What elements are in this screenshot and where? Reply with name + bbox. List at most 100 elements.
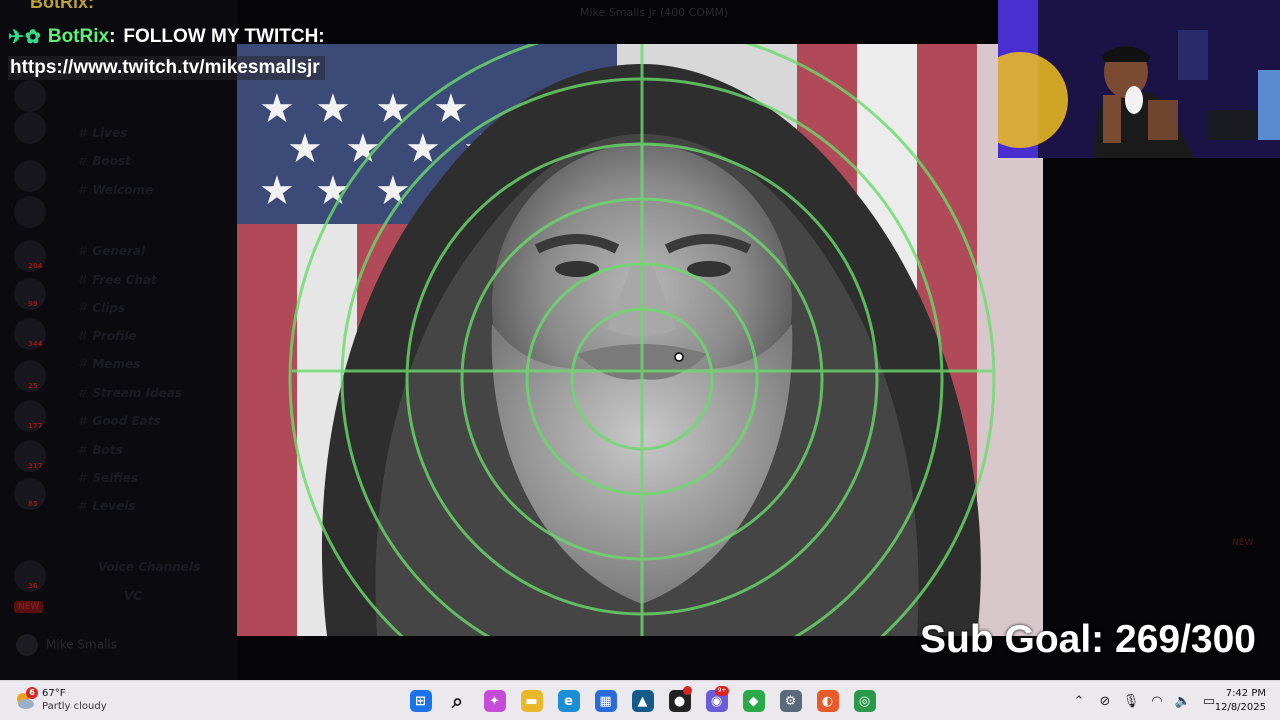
weather-widget[interactable]: 6 67°F Partly cloudy bbox=[14, 687, 107, 713]
user-panel[interactable]: Mike Smalls bbox=[16, 634, 117, 656]
stream-image: ★★★★ ★★★★ ★★★★ bbox=[237, 44, 1043, 636]
taskbar-app-green-app[interactable]: ◆ bbox=[735, 681, 772, 720]
chat-cut-off-line: BotRix: bbox=[30, 0, 94, 12]
taskbar-app-copilot[interactable]: ✦ bbox=[476, 681, 513, 720]
channel-hash-icon: # bbox=[78, 443, 87, 457]
server-badge: 99 bbox=[28, 300, 38, 308]
channel-hash-icon: # bbox=[78, 471, 87, 485]
channel-item[interactable]: # Free Chat bbox=[78, 273, 157, 287]
chat-alert-line: ✈✿ BotRix: FOLLOW MY TWITCH: bbox=[8, 24, 325, 50]
search-icon: ⌕ bbox=[451, 689, 464, 713]
channel-item[interactable]: # Lives bbox=[78, 126, 127, 140]
green-app-icon: ◆ bbox=[742, 690, 765, 712]
channel-hash-icon: # bbox=[78, 357, 87, 371]
taskbar: 6 67°F Partly cloudy ⊞ ⌕ ✦ ▬ e ▦ ▲ ● ◉ 9+ ◆ ⚙ ◐ ◎ ⌃ ⊘ 🎙… bbox=[0, 680, 1280, 720]
wifi-icon[interactable]: ◠ bbox=[1144, 694, 1170, 709]
sub-goal: Sub Goal: 269/300 bbox=[920, 618, 1256, 661]
channel-hash-icon: # bbox=[78, 414, 87, 428]
copilot-icon: ✦ bbox=[483, 690, 506, 712]
webcam-feed bbox=[998, 0, 1280, 158]
svg-text:★: ★ bbox=[259, 168, 295, 214]
edge-icon: e bbox=[557, 690, 580, 712]
channel-item[interactable]: # Boost bbox=[78, 154, 131, 168]
server-icon[interactable] bbox=[14, 112, 46, 144]
channel-hash-icon: # bbox=[78, 301, 87, 315]
weather-text: 67°F Partly cloudy bbox=[42, 687, 107, 713]
channel-item[interactable]: # Selfies bbox=[78, 471, 138, 485]
svg-text:★: ★ bbox=[405, 126, 441, 172]
channel-hash-icon: # bbox=[78, 244, 87, 258]
taskbar-app-start[interactable]: ⊞ bbox=[402, 681, 439, 720]
discord-sidebar: 204 99 344 25 177 317 85 36 # Lives # Boos… bbox=[0, 0, 238, 680]
channel-hash-icon: # bbox=[78, 386, 87, 400]
channel-hash-icon: # bbox=[78, 273, 87, 287]
channel-hash-icon: # bbox=[78, 329, 87, 343]
system-tray: ⌃ ⊘ 🎙 ◠ 🔈 ▭ bbox=[1066, 681, 1222, 720]
avatar bbox=[16, 634, 38, 656]
bot-separator: : bbox=[109, 26, 116, 47]
weather-badge: 6 bbox=[26, 687, 38, 699]
volume-icon[interactable]: 🔈 bbox=[1170, 694, 1196, 709]
chevron-up-icon[interactable]: ⌃ bbox=[1066, 694, 1092, 709]
server-badge: 25 bbox=[28, 382, 38, 390]
clock-date: 12/8/2025 bbox=[1214, 702, 1266, 713]
user-name: Mike Smalls bbox=[46, 637, 117, 652]
server-icon[interactable] bbox=[14, 196, 46, 228]
chrome-icon: ◎ bbox=[853, 690, 876, 712]
stream-screen: 204 99 344 25 177 317 85 36 # Lives # Boos… bbox=[0, 0, 1280, 720]
crosshair-portrait-graphic: ★★★★ ★★★★ ★★★★ bbox=[237, 44, 1043, 636]
taskbar-apps: ⊞ ⌕ ✦ ▬ e ▦ ▲ ● ◉ 9+ ◆ ⚙ ◐ ◎ bbox=[402, 681, 883, 720]
channel-item[interactable]: # Good Eats bbox=[78, 414, 161, 428]
weather-desc: Partly cloudy bbox=[42, 701, 107, 712]
taskbar-app-media-app[interactable]: ● bbox=[661, 681, 698, 720]
taskbar-app-discord[interactable]: ◉ 9+ bbox=[698, 681, 735, 720]
server-icon[interactable] bbox=[14, 160, 46, 192]
network-off-icon[interactable]: ⊘ bbox=[1092, 694, 1118, 709]
svg-text:★: ★ bbox=[287, 126, 323, 172]
file-explorer-icon: ▬ bbox=[520, 690, 543, 712]
clock[interactable]: 7:42 PM 12/8/2025 bbox=[1212, 687, 1266, 715]
store-icon: ▦ bbox=[594, 690, 617, 712]
weather-temp: 67°F bbox=[42, 688, 66, 699]
taskbar-app-chrome[interactable]: ◎ bbox=[846, 681, 883, 720]
voice-channel[interactable]: VC bbox=[124, 589, 142, 603]
settings-icon: ⚙ bbox=[779, 690, 802, 712]
chat-message: FOLLOW MY TWITCH: bbox=[123, 26, 325, 47]
new-badge: NEW bbox=[1232, 538, 1254, 548]
taskbar-app-file-explorer[interactable]: ▬ bbox=[513, 681, 550, 720]
taskbar-app-pinned-app[interactable]: ▲ bbox=[624, 681, 661, 720]
cursor-icon bbox=[674, 352, 684, 362]
svg-text:★: ★ bbox=[375, 168, 411, 214]
weather-icon: 6 bbox=[14, 687, 38, 711]
webcam-graphic bbox=[998, 0, 1280, 158]
channel-item[interactable]: # Stream Ideas bbox=[78, 386, 182, 400]
voice-category[interactable]: Voice Channels bbox=[98, 560, 200, 574]
notification-badge: 9+ bbox=[715, 686, 729, 696]
taskbar-app-edge[interactable]: e bbox=[550, 681, 587, 720]
chat-link[interactable]: https://www.twitch.tv/mikesmallsjr bbox=[8, 56, 325, 80]
pinned-app-icon: ▲ bbox=[631, 690, 654, 712]
bot-name: BotRix bbox=[47, 26, 110, 47]
new-badge: NEW bbox=[14, 601, 44, 613]
server-badge: 344 bbox=[28, 340, 43, 348]
channel-item[interactable]: # General bbox=[78, 244, 145, 258]
taskbar-app-firefox[interactable]: ◐ bbox=[809, 681, 846, 720]
server-badge: 204 bbox=[28, 262, 43, 270]
channel-item[interactable]: # Bots bbox=[78, 443, 123, 457]
channel-hash-icon: # bbox=[78, 126, 87, 140]
channel-item[interactable]: # Memes bbox=[78, 357, 140, 371]
taskbar-app-store[interactable]: ▦ bbox=[587, 681, 624, 720]
server-badge: 177 bbox=[28, 422, 43, 430]
chat-alert: ✈✿ BotRix: FOLLOW MY TWITCH: https://www… bbox=[8, 24, 325, 80]
channel-item[interactable]: # Welcome bbox=[78, 183, 153, 197]
clock-time: 7:42 PM bbox=[1225, 688, 1266, 699]
taskbar-app-search[interactable]: ⌕ bbox=[439, 681, 476, 720]
start-icon: ⊞ bbox=[409, 690, 432, 712]
channel-item[interactable]: # Clips bbox=[78, 301, 125, 315]
server-icon[interactable] bbox=[14, 80, 46, 112]
channel-item[interactable]: # Levels bbox=[78, 499, 135, 513]
microphone-icon[interactable]: 🎙 bbox=[1118, 694, 1144, 709]
channel-item[interactable]: # Profile bbox=[78, 329, 137, 343]
firefox-icon: ◐ bbox=[816, 690, 839, 712]
taskbar-app-settings[interactable]: ⚙ bbox=[772, 681, 809, 720]
